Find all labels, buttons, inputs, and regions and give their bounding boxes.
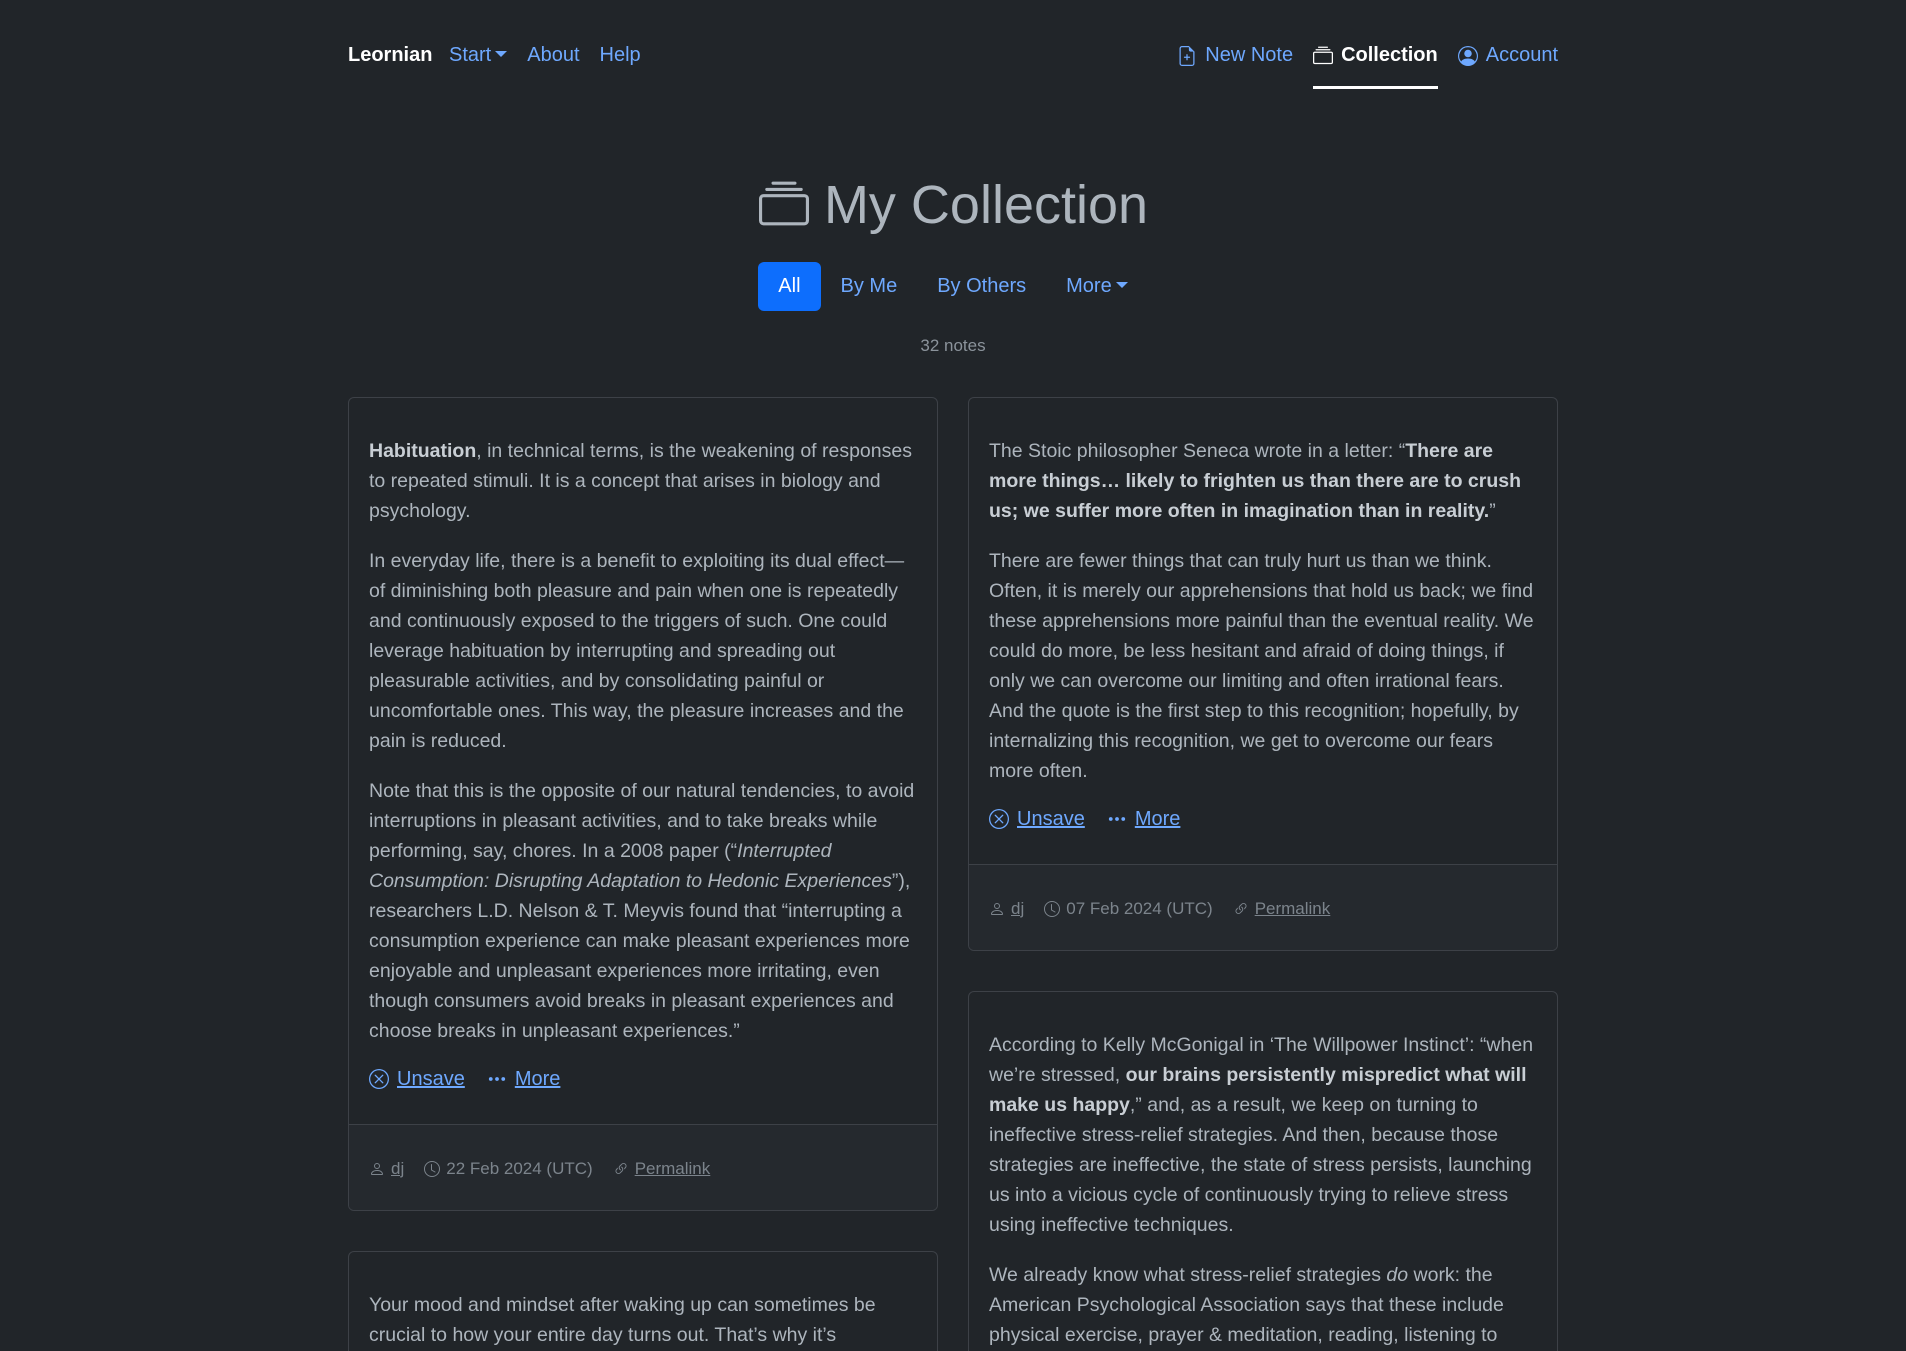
unsave-button[interactable]: Unsave [989,804,1085,834]
author: dj [989,899,1024,919]
more-label: More [1134,808,1181,830]
paragraph-text: The Stoic philosopher Seneca wrote in a … [989,440,1406,462]
tab-by-others[interactable]: By Others [917,262,1046,311]
nav-start-dropdown[interactable]: Start [449,44,508,67]
date-text: 07 Feb 2024 (UTC) [1066,898,1213,918]
nav-about-link[interactable]: About [527,44,579,67]
note-count: 32 notes [920,336,986,355]
note-paragraph: Habituation, in technical terms, is the … [369,436,917,526]
paragraph-text: ”), researchers L.D. Nelson & T. Meyvis … [369,870,911,1042]
chevron-down-icon [1115,281,1128,288]
note-card: According to Kelly McGonigal in ‘The Wil… [968,991,1558,1351]
nav-start-label: Start [449,44,492,66]
brand-link[interactable]: Leornian [348,44,432,67]
italic-text: do [1386,1264,1409,1286]
x-circle-icon [369,1069,389,1089]
three-dots-icon [1108,817,1125,821]
more-button[interactable]: More [487,1064,561,1094]
note-footer: dj 22 Feb 2024 (UTC) Permalink [349,1124,937,1210]
note-actions: Unsave More [369,1064,917,1094]
paragraph-text: Note that this is the opposite of our na… [369,780,915,862]
note-body: According to Kelly McGonigal in ‘The Wil… [969,992,1557,1351]
permalink-link[interactable]: Permalink [1255,899,1331,919]
permalink-link[interactable]: Permalink [635,1159,711,1179]
note-paragraph: In everyday life, there is a benefit to … [369,550,905,752]
note-footer: dj 07 Feb 2024 (UTC) Permalink [969,864,1557,950]
author-link[interactable]: dj [1011,899,1024,919]
collection-icon [758,181,809,226]
link-icon [615,1162,627,1174]
note-paragraph: There are fewer things that can truly hu… [989,550,1534,782]
collection-label: Collection [1341,44,1438,66]
new-note-link[interactable]: New Note [1177,44,1293,67]
person-circle-icon [1457,45,1478,66]
note-body: The Stoic philosopher Seneca wrote in a … [969,398,1557,864]
tab-all[interactable]: All [758,262,821,311]
tab-more-label: More [1066,275,1112,297]
page-title-text: My Collection [823,175,1149,235]
permalink: Permalink [613,1159,711,1179]
note-paragraph: The Stoic philosopher Seneca wrote in a … [989,436,1537,526]
nav-help-link[interactable]: Help [600,44,641,67]
author: dj [369,1159,404,1179]
note-card: The Stoic philosopher Seneca wrote in a … [968,397,1558,951]
date: 07 Feb 2024 (UTC) [1044,898,1213,919]
three-dots-icon [488,1077,505,1081]
paragraph-text: We already know what stress-relief strat… [989,1264,1387,1286]
navbar: Leornian Start About Help New Note Colle… [0,0,1906,114]
permalink: Permalink [1233,899,1331,919]
bold-text: Habituation [369,440,477,462]
tab-more-dropdown[interactable]: More [1046,262,1148,311]
unsave-label: Unsave [397,1068,465,1090]
note-actions: Unsave More [989,804,1537,834]
filter-tabs: All By Me By Others More [0,262,1906,311]
note-card: Habituation, in technical terms, is the … [348,397,938,1211]
note-paragraph: We already know what stress-relief strat… [989,1260,1537,1350]
file-plus-icon [1179,45,1195,66]
chevron-down-icon [495,50,508,57]
tab-by-me[interactable]: By Me [821,262,918,311]
account-link[interactable]: Account [1457,44,1558,67]
clock-icon [1044,900,1061,917]
page-title: My Collection [0,174,1906,236]
note-body: Your mood and mindset after waking up ca… [349,1252,937,1351]
account-label: Account [1485,44,1558,66]
collection-icon [1313,46,1334,64]
author-link[interactable]: dj [391,1159,404,1179]
note-paragraph: Note that this is the opposite of our na… [369,776,917,1046]
note-paragraph: According to Kelly McGonigal in ‘The Wil… [989,1030,1537,1240]
date: 22 Feb 2024 (UTC) [424,1158,593,1179]
person-icon [991,902,1003,915]
note-paragraph: Your mood and mindset after waking up ca… [369,1294,876,1346]
note-card: Your mood and mindset after waking up ca… [348,1251,938,1351]
more-button[interactable]: More [1107,804,1181,834]
unsave-label: Unsave [1017,808,1085,830]
collection-link[interactable]: Collection [1313,44,1438,89]
clock-icon [424,1160,441,1177]
nav-left: Start About Help [449,44,641,67]
nav-right: New Note Collection Account [1177,44,1558,89]
link-icon [1235,902,1247,914]
new-note-label: New Note [1205,44,1294,66]
more-label: More [514,1068,561,1090]
person-icon [371,1162,383,1175]
paragraph-text: ” [1489,500,1496,522]
unsave-button[interactable]: Unsave [369,1064,465,1094]
x-circle-icon [989,809,1009,829]
date-text: 22 Feb 2024 (UTC) [446,1158,593,1178]
note-body: Habituation, in technical terms, is the … [349,398,937,1124]
